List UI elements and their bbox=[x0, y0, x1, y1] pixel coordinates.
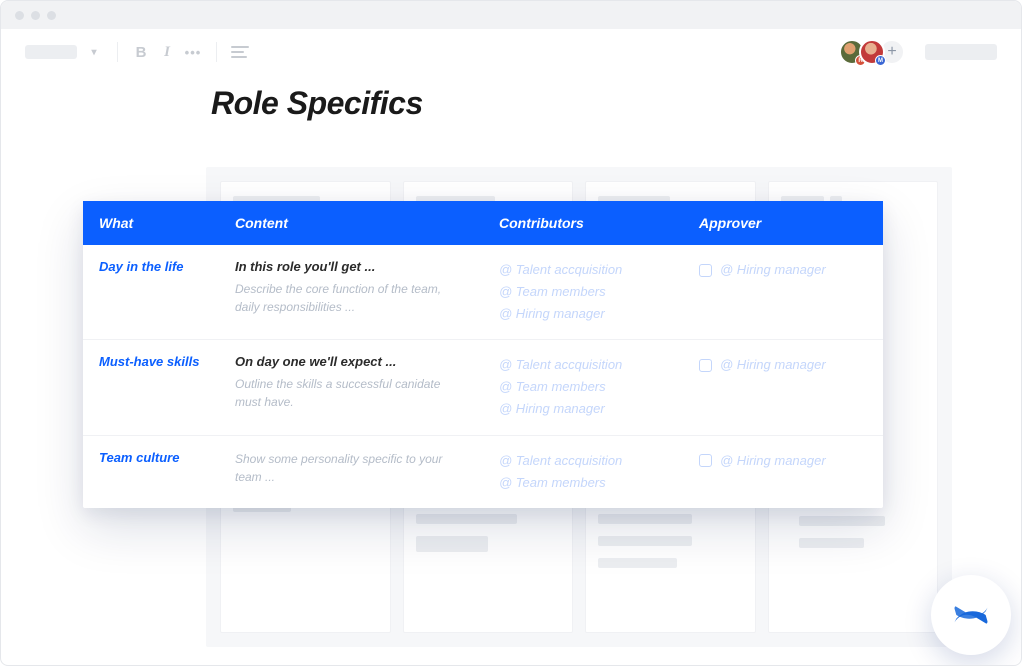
table-header-content: Content bbox=[219, 201, 483, 245]
what-cell[interactable]: Day in the life bbox=[83, 245, 219, 339]
contributors-cell[interactable]: @ Talent accquisition @ Team members @ H… bbox=[483, 245, 683, 339]
mention[interactable]: @ Hiring manager bbox=[720, 354, 826, 376]
what-cell[interactable]: Team culture bbox=[83, 436, 219, 508]
toolbar-divider bbox=[117, 42, 118, 62]
table-row: Must-have skills On day one we'll expect… bbox=[83, 340, 883, 435]
role-specifics-table: What Content Contributors Approver Day i… bbox=[83, 201, 883, 508]
window-maximize-dot[interactable] bbox=[47, 11, 56, 20]
mention[interactable]: @ Team members bbox=[499, 472, 667, 494]
content-cell[interactable]: In this role you'll get ... Describe the… bbox=[219, 245, 483, 339]
content-description: Describe the core function of the team, … bbox=[235, 280, 467, 316]
table-body: Day in the life In this role you'll get … bbox=[83, 245, 883, 508]
mention[interactable]: @ Team members bbox=[499, 281, 667, 303]
align-button[interactable] bbox=[231, 46, 251, 58]
window-minimize-dot[interactable] bbox=[31, 11, 40, 20]
what-cell[interactable]: Must-have skills bbox=[83, 340, 219, 434]
content-title: In this role you'll get ... bbox=[235, 259, 467, 274]
table-header-approver: Approver bbox=[683, 201, 883, 245]
approver-cell[interactable]: @ Hiring manager bbox=[683, 436, 883, 508]
content-title: On day one we'll expect ... bbox=[235, 354, 467, 369]
table-row: Day in the life In this role you'll get … bbox=[83, 245, 883, 340]
mention[interactable]: @ Talent accquisition bbox=[499, 450, 667, 472]
content-cell[interactable]: On day one we'll expect ... Outline the … bbox=[219, 340, 483, 434]
page-title: Role Specifics bbox=[211, 85, 981, 122]
action-button-placeholder[interactable] bbox=[925, 44, 997, 60]
italic-button[interactable]: I bbox=[158, 44, 176, 61]
style-dropdown[interactable] bbox=[25, 45, 77, 59]
toolbar-right-group: R M + bbox=[845, 39, 997, 65]
avatar-badge: M bbox=[875, 55, 886, 66]
toolbar-left-group: ▾ B I ••• bbox=[25, 42, 251, 62]
editor-toolbar: ▾ B I ••• R M + bbox=[1, 29, 1021, 75]
toolbar-divider bbox=[216, 42, 217, 62]
content-description: Show some personality specific to your t… bbox=[235, 450, 467, 486]
browser-window: ▾ B I ••• R M + bbox=[0, 0, 1022, 666]
mention[interactable]: @ Team members bbox=[499, 376, 667, 398]
mention[interactable]: @ Hiring manager bbox=[499, 398, 667, 420]
page-content: Role Specifics bbox=[1, 75, 1021, 122]
more-formatting-button[interactable]: ••• bbox=[184, 45, 202, 60]
confluence-icon bbox=[949, 593, 993, 637]
avatar[interactable]: M bbox=[859, 39, 885, 65]
approver-checkbox[interactable] bbox=[699, 264, 712, 277]
table-header-what: What bbox=[83, 201, 219, 245]
table-header-contributors: Contributors bbox=[483, 201, 683, 245]
bold-button[interactable]: B bbox=[132, 44, 150, 61]
contributors-cell[interactable]: @ Talent accquisition @ Team members @ H… bbox=[483, 340, 683, 434]
table-header-row: What Content Contributors Approver bbox=[83, 201, 883, 245]
mention[interactable]: @ Hiring manager bbox=[720, 259, 826, 281]
mention[interactable]: @ Hiring manager bbox=[499, 303, 667, 325]
mention[interactable]: @ Talent accquisition bbox=[499, 354, 667, 376]
content-cell[interactable]: Show some personality specific to your t… bbox=[219, 436, 483, 508]
approver-cell[interactable]: @ Hiring manager bbox=[683, 245, 883, 339]
table-row: Team culture Show some personality speci… bbox=[83, 436, 883, 508]
content-description: Outline the skills a successful canidate… bbox=[235, 375, 467, 411]
collaborator-avatars: R M + bbox=[845, 39, 905, 65]
contributors-cell[interactable]: @ Talent accquisition @ Team members bbox=[483, 436, 683, 508]
browser-titlebar bbox=[1, 1, 1021, 29]
mention[interactable]: @ Talent accquisition bbox=[499, 259, 667, 281]
approver-checkbox[interactable] bbox=[699, 359, 712, 372]
approver-cell[interactable]: @ Hiring manager bbox=[683, 340, 883, 434]
window-close-dot[interactable] bbox=[15, 11, 24, 20]
confluence-logo-badge[interactable] bbox=[931, 575, 1011, 655]
chevron-down-icon[interactable]: ▾ bbox=[85, 47, 103, 58]
mention[interactable]: @ Hiring manager bbox=[720, 450, 826, 472]
approver-checkbox[interactable] bbox=[699, 454, 712, 467]
